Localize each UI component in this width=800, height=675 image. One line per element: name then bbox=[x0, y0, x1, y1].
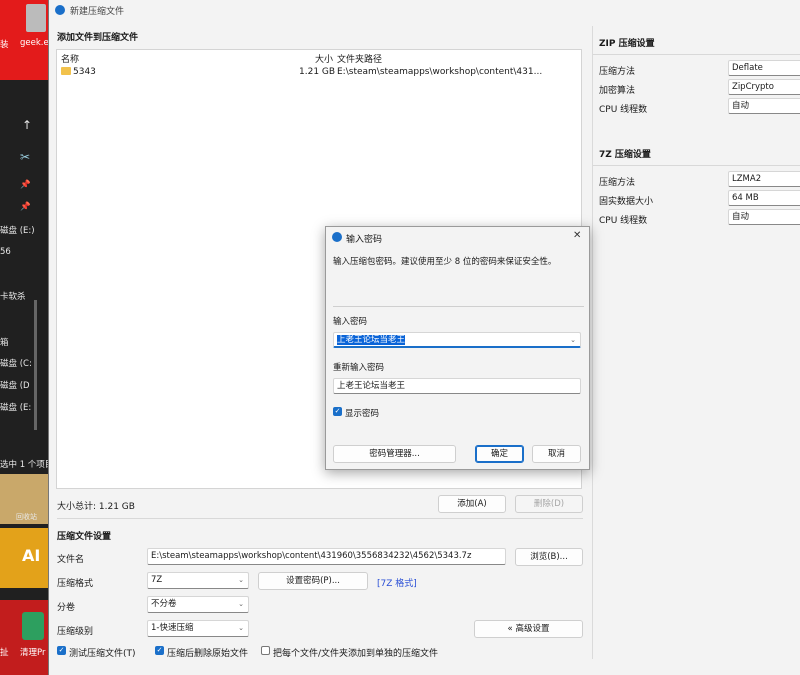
divider bbox=[333, 306, 584, 307]
sevenz-section-title: 7Z 压缩设置 bbox=[599, 150, 651, 160]
cancel-button[interactable]: 取消 bbox=[532, 445, 581, 463]
browse-button[interactable]: 浏览(B)... bbox=[515, 548, 583, 566]
separate-archive-label[interactable]: 把每个文件/文件夹添加到单独的压缩文件 bbox=[273, 646, 438, 659]
chevron-down-icon: ⌄ bbox=[238, 600, 244, 608]
ok-button[interactable]: 确定 bbox=[475, 445, 524, 463]
delete-original-checkbox[interactable]: ✓ bbox=[155, 646, 164, 655]
add-section-title: 添加文件到压缩文件 bbox=[57, 33, 139, 43]
up-arrow-icon[interactable]: ↑ bbox=[22, 118, 32, 132]
dialog-message: 输入压缩包密码。建议使用至少 8 位的密码来保证安全性。 bbox=[333, 257, 557, 267]
sevenz-cpu-select[interactable]: 自动 bbox=[728, 209, 800, 225]
folder-icon bbox=[61, 67, 71, 75]
app-logo-icon bbox=[55, 5, 65, 15]
cut-icon[interactable]: ✂ bbox=[20, 150, 30, 164]
close-icon[interactable]: ✕ bbox=[573, 230, 581, 241]
advanced-settings-button[interactable]: « 高级设置 bbox=[474, 620, 583, 638]
format-label: 压缩格式 bbox=[57, 579, 94, 589]
column-name[interactable]: 名称 bbox=[61, 52, 79, 65]
column-size[interactable]: 大小 bbox=[315, 52, 333, 65]
delete-button[interactable]: 删除(D) bbox=[515, 495, 583, 513]
desktop-label-recycle[interactable]: 回收站 bbox=[16, 512, 37, 522]
settings-section-title: 压缩文件设置 bbox=[57, 532, 112, 542]
chevron-down-icon: ⌄ bbox=[238, 576, 244, 584]
divider bbox=[57, 518, 583, 519]
format-link[interactable]: [7Z 格式] bbox=[377, 576, 417, 589]
zip-method-label: 压缩方法 bbox=[599, 67, 636, 77]
column-path[interactable]: 文件夹路径 bbox=[337, 52, 382, 65]
desktop-label-av[interactable]: 卡软杀 bbox=[0, 290, 26, 302]
pin-icon: 📌 bbox=[20, 180, 31, 190]
password-dialog: 输入密码 ✕ 输入压缩包密码。建议使用至少 8 位的密码来保证安全性。 输入密码… bbox=[325, 226, 590, 470]
volume-value: 不分卷 bbox=[151, 599, 177, 609]
desktop-label-56: 56 bbox=[0, 247, 11, 257]
sevenz-solid-label: 固实数据大小 bbox=[599, 197, 654, 207]
test-archive-label[interactable]: 测试压缩文件(T) bbox=[69, 646, 136, 659]
chevron-down-icon: ⌄ bbox=[238, 624, 244, 632]
cleaner-app-icon[interactable] bbox=[22, 612, 44, 640]
desktop-background: 装 geek.e ↑ ✂ 📌 📌 磁盘 (E:) 56 卡软杀 箱 磁盘 (C:… bbox=[0, 0, 48, 675]
desktop-label-geek[interactable]: geek.e bbox=[20, 38, 48, 48]
desktop-label-1: 装 bbox=[0, 40, 9, 50]
zip-section-title: ZIP 压缩设置 bbox=[599, 39, 655, 49]
filename-input[interactable]: E:\steam\steamapps\workshop\content\4319… bbox=[147, 548, 506, 565]
dialog-title-bar[interactable]: 输入密码 ✕ bbox=[326, 227, 589, 247]
zip-cpu-select[interactable]: 自动 bbox=[728, 98, 800, 114]
row-name: 5343 bbox=[73, 67, 96, 77]
delete-original-label[interactable]: 压缩后删除原始文件 bbox=[167, 646, 248, 659]
desktop-label-drive-d[interactable]: 磁盘 (D bbox=[0, 379, 30, 391]
desktop-label-cleaner[interactable]: 清理Pr bbox=[20, 646, 45, 658]
divider bbox=[593, 54, 800, 55]
row-size: 1.21 GB bbox=[299, 67, 336, 77]
password-label: 输入密码 bbox=[333, 317, 368, 327]
window-title: 新建压缩文件 bbox=[70, 7, 125, 17]
show-password-label[interactable]: 显示密码 bbox=[345, 407, 379, 419]
desktop-label-drive-e2[interactable]: 磁盘 (E: bbox=[0, 401, 31, 413]
password-manager-button[interactable]: 密码管理器... bbox=[333, 445, 456, 463]
desktop-label-drive-c[interactable]: 磁盘 (C: bbox=[0, 357, 32, 369]
zip-encrypt-label: 加密算法 bbox=[599, 86, 636, 96]
right-settings-panel: ZIP 压缩设置 压缩方法 Deflate 加密算法 ZipCrypto CPU… bbox=[592, 26, 800, 659]
add-button[interactable]: 添加(A) bbox=[438, 495, 506, 513]
volume-label: 分卷 bbox=[57, 603, 76, 613]
divider bbox=[593, 165, 800, 166]
level-select[interactable]: 1-快速压缩 ⌄ bbox=[147, 620, 249, 637]
title-bar[interactable]: 新建压缩文件 bbox=[49, 0, 800, 20]
test-archive-checkbox[interactable]: ✓ bbox=[57, 646, 66, 655]
level-value: 1-快速压缩 bbox=[151, 623, 194, 633]
pin-icon-2: 📌 bbox=[20, 202, 31, 212]
desktop-label-ai[interactable]: AI bbox=[22, 546, 40, 565]
app-logo-icon bbox=[332, 232, 342, 242]
sevenz-cpu-label: CPU 线程数 bbox=[599, 216, 648, 226]
password-input[interactable]: 上老王论坛当老王 ⌄ bbox=[333, 332, 581, 348]
zip-cpu-label: CPU 线程数 bbox=[599, 105, 648, 115]
row-path: E:\steam\steamapps\workshop\content\431.… bbox=[337, 67, 543, 77]
dialog-title: 输入密码 bbox=[346, 235, 383, 245]
password-value: 上老王论坛当老王 bbox=[337, 335, 406, 345]
file-list-header: 名称 大小 文件夹路径 bbox=[57, 50, 581, 65]
filename-label: 文件名 bbox=[57, 555, 85, 565]
zip-method-select[interactable]: Deflate bbox=[728, 60, 800, 76]
desktop-label-drive-e[interactable]: 磁盘 (E:) bbox=[0, 224, 35, 236]
desktop-scrollbar[interactable] bbox=[34, 300, 37, 430]
confirm-password-label: 重新输入密码 bbox=[333, 363, 385, 373]
volume-select[interactable]: 不分卷 ⌄ bbox=[147, 596, 249, 613]
zip-encrypt-select[interactable]: ZipCrypto bbox=[728, 79, 800, 95]
separate-archive-checkbox[interactable] bbox=[261, 646, 270, 655]
level-label: 压缩级别 bbox=[57, 627, 94, 637]
sevenz-solid-select[interactable]: 64 MB bbox=[728, 190, 800, 206]
format-select[interactable]: 7Z ⌄ bbox=[147, 572, 249, 589]
sevenz-method-select[interactable]: LZMA2 bbox=[728, 171, 800, 187]
sevenz-method-label: 压缩方法 bbox=[599, 178, 636, 188]
confirm-password-input[interactable]: 上老王论坛当老王 bbox=[333, 378, 581, 394]
show-password-checkbox[interactable]: ✓ bbox=[333, 407, 342, 416]
total-size: 大小总计: 1.21 GB bbox=[57, 502, 135, 512]
set-password-button[interactable]: 设置密码(P)... bbox=[258, 572, 368, 590]
geek-app-icon[interactable] bbox=[26, 4, 46, 32]
desktop-label-box[interactable]: 箱 bbox=[0, 336, 9, 348]
table-row[interactable]: 5343 1.21 GB E:\steam\steamapps\workshop… bbox=[57, 65, 581, 79]
desktop-label-selected: 选中 1 个项目 bbox=[0, 460, 48, 470]
format-value: 7Z bbox=[151, 575, 163, 585]
desktop-label-pull[interactable]: 扯 bbox=[0, 646, 9, 658]
chevron-down-icon[interactable]: ⌄ bbox=[570, 333, 576, 346]
